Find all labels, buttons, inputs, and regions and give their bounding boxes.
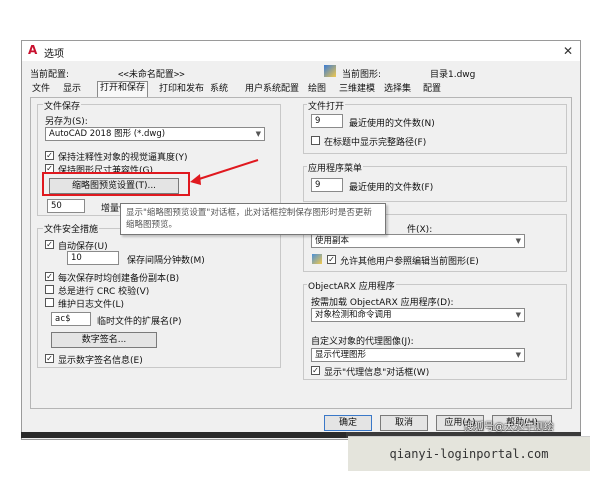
annotation-arrow-icon <box>190 159 259 185</box>
watermark-text: 搜狐号@大水牛测绘 <box>464 422 554 433</box>
background-strip <box>21 432 346 438</box>
site-banner: qianyi-loginportal.com <box>348 436 590 471</box>
thumbnail-tooltip: 显示"缩略图预览设置"对话框，此对话框控制保存图形时是否更新缩略图预览。 <box>120 203 386 235</box>
